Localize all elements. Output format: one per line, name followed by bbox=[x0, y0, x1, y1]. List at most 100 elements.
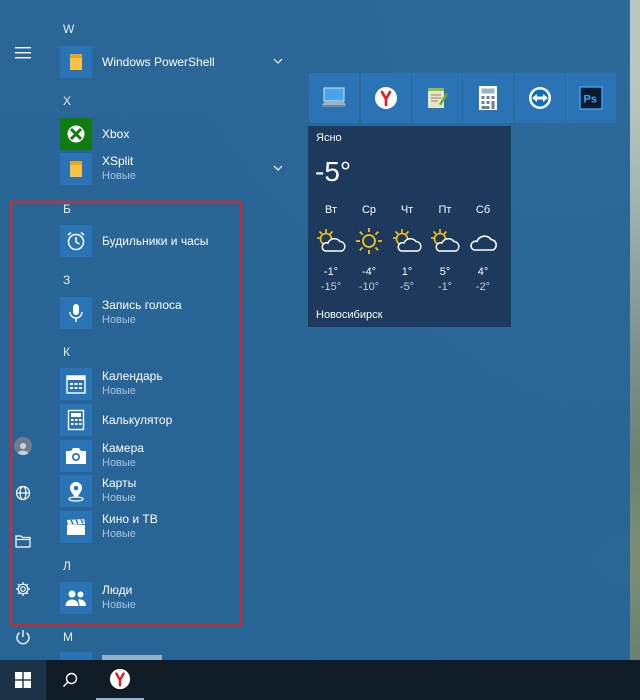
app-movies-tv[interactable]: Кино и ТВ Новые bbox=[60, 510, 292, 544]
chevron-down-icon[interactable] bbox=[272, 162, 284, 174]
power-button[interactable] bbox=[0, 619, 46, 655]
app-name: Xbox bbox=[102, 126, 130, 141]
forecast-high: -4° bbox=[361, 266, 377, 278]
forecast-high: 1° bbox=[401, 266, 413, 278]
maps-icon bbox=[60, 475, 92, 507]
folder-icon bbox=[15, 535, 31, 548]
app-name: Калькулятор bbox=[102, 412, 173, 427]
forecast-low: -2° bbox=[475, 281, 491, 293]
search-icon bbox=[63, 672, 78, 687]
forecast-day: Ср bbox=[361, 204, 377, 216]
app-xbox[interactable]: Xbox bbox=[60, 117, 292, 151]
photoshop-icon: Ps bbox=[579, 86, 603, 110]
new-label: Новые bbox=[102, 170, 136, 182]
tile-yandex-browser[interactable] bbox=[361, 73, 411, 123]
file-explorer-button[interactable] bbox=[0, 523, 46, 559]
app-name: Карты bbox=[102, 476, 137, 490]
computer-icon bbox=[322, 87, 346, 107]
weather-tile[interactable]: Ясно -5° Вт Ср Чт Пт Сб -1° -4° 1° 5° 4°… bbox=[308, 126, 511, 327]
search-button[interactable] bbox=[47, 660, 93, 700]
user-account-button[interactable] bbox=[0, 428, 46, 464]
yandex-icon bbox=[109, 668, 131, 690]
sunny-icon bbox=[356, 228, 382, 254]
hamburger-icon bbox=[15, 47, 31, 59]
forecast-low: -15° bbox=[320, 281, 342, 293]
xbox-icon bbox=[60, 118, 92, 150]
group-header-b[interactable]: Б bbox=[63, 202, 71, 216]
new-label: Новые bbox=[102, 599, 136, 611]
app-calendar[interactable]: Календарь Новые bbox=[60, 367, 292, 401]
forecast-high: 4° bbox=[477, 266, 489, 278]
teamviewer-icon bbox=[529, 87, 551, 109]
start-button[interactable] bbox=[0, 660, 46, 700]
group-header-z[interactable]: З bbox=[63, 273, 70, 287]
calculator-icon bbox=[60, 404, 92, 436]
forecast-high: -1° bbox=[323, 266, 339, 278]
forecast-low: -1° bbox=[437, 281, 453, 293]
forecast-day: Сб bbox=[475, 204, 491, 216]
tile-this-pc[interactable] bbox=[309, 73, 359, 123]
weather-temperature: -5° bbox=[315, 156, 352, 187]
tile-calculator[interactable] bbox=[463, 73, 513, 123]
settings-button[interactable] bbox=[0, 571, 46, 607]
app-icon-partial[interactable] bbox=[60, 652, 92, 660]
tile-teamviewer[interactable] bbox=[515, 73, 565, 123]
new-label: Новые bbox=[102, 385, 136, 397]
group-header-l[interactable]: Л bbox=[63, 559, 71, 573]
forecast-day: Чт bbox=[400, 204, 414, 216]
forecast-low: -5° bbox=[399, 281, 415, 293]
app-calculator[interactable]: Калькулятор bbox=[60, 403, 292, 437]
new-label: Новые bbox=[102, 528, 136, 540]
group-header-x[interactable]: X bbox=[63, 94, 71, 108]
chevron-down-icon[interactable] bbox=[272, 55, 284, 67]
partly-cloudy-icon bbox=[393, 229, 422, 252]
windows-logo-icon bbox=[15, 672, 31, 688]
app-voice-recorder[interactable]: Запись голоса Новые bbox=[60, 296, 292, 330]
new-label: Новые bbox=[102, 492, 136, 504]
weather-city: Новосибирск bbox=[316, 309, 383, 321]
tile-notepad-plus[interactable] bbox=[412, 73, 462, 123]
start-rail bbox=[0, 0, 46, 660]
calendar-icon bbox=[60, 368, 92, 400]
partly-cloudy-icon bbox=[431, 229, 460, 252]
people-icon bbox=[60, 582, 92, 614]
tile-photoshop[interactable]: Ps bbox=[566, 73, 616, 123]
app-name: Будильники и часы bbox=[102, 233, 209, 248]
taskbar-yandex-browser[interactable] bbox=[96, 660, 144, 700]
folder-icon bbox=[60, 46, 92, 78]
app-people[interactable]: Люди Новые bbox=[60, 581, 292, 615]
power-icon bbox=[16, 630, 30, 645]
app-xsplit[interactable]: XSplit Новые bbox=[60, 152, 292, 186]
forecast-high: 5° bbox=[439, 266, 451, 278]
clapperboard-icon bbox=[60, 511, 92, 543]
app-name: Запись голоса bbox=[102, 298, 182, 312]
globe-icon bbox=[15, 485, 31, 501]
app-camera[interactable]: Камера Новые bbox=[60, 439, 292, 473]
app-name: Люди bbox=[102, 583, 133, 597]
group-header-m[interactable]: М bbox=[63, 630, 73, 644]
partly-cloudy-icon bbox=[317, 229, 346, 252]
app-windows-powershell[interactable]: Windows PowerShell bbox=[60, 45, 292, 79]
notepad-plus-icon bbox=[428, 88, 448, 108]
forecast-day: Вт bbox=[324, 204, 337, 216]
app-name: Камера bbox=[102, 441, 144, 455]
group-header-w[interactable]: W bbox=[63, 22, 74, 36]
app-name: Windows PowerShell bbox=[102, 54, 215, 69]
calculator-icon bbox=[479, 86, 497, 110]
yandex-icon bbox=[375, 87, 397, 109]
app-name: XSplit bbox=[102, 154, 134, 168]
user-icon bbox=[17, 443, 29, 455]
app-name: Кино и ТВ bbox=[102, 512, 158, 526]
new-label: Новые bbox=[102, 314, 136, 326]
app-alarms-clock[interactable]: Будильники и часы bbox=[60, 224, 292, 258]
gear-icon bbox=[16, 582, 30, 596]
app-maps[interactable]: Карты Новые bbox=[60, 474, 292, 508]
forecast-low: -10° bbox=[358, 281, 380, 293]
forecast-day: Пт bbox=[438, 204, 452, 216]
alarm-clock-icon bbox=[60, 225, 92, 257]
group-header-k[interactable]: К bbox=[63, 345, 70, 359]
camera-icon bbox=[60, 440, 92, 472]
hamburger-menu-button[interactable] bbox=[0, 35, 46, 71]
globe-button[interactable] bbox=[0, 475, 46, 511]
weather-condition: Ясно bbox=[316, 132, 342, 144]
